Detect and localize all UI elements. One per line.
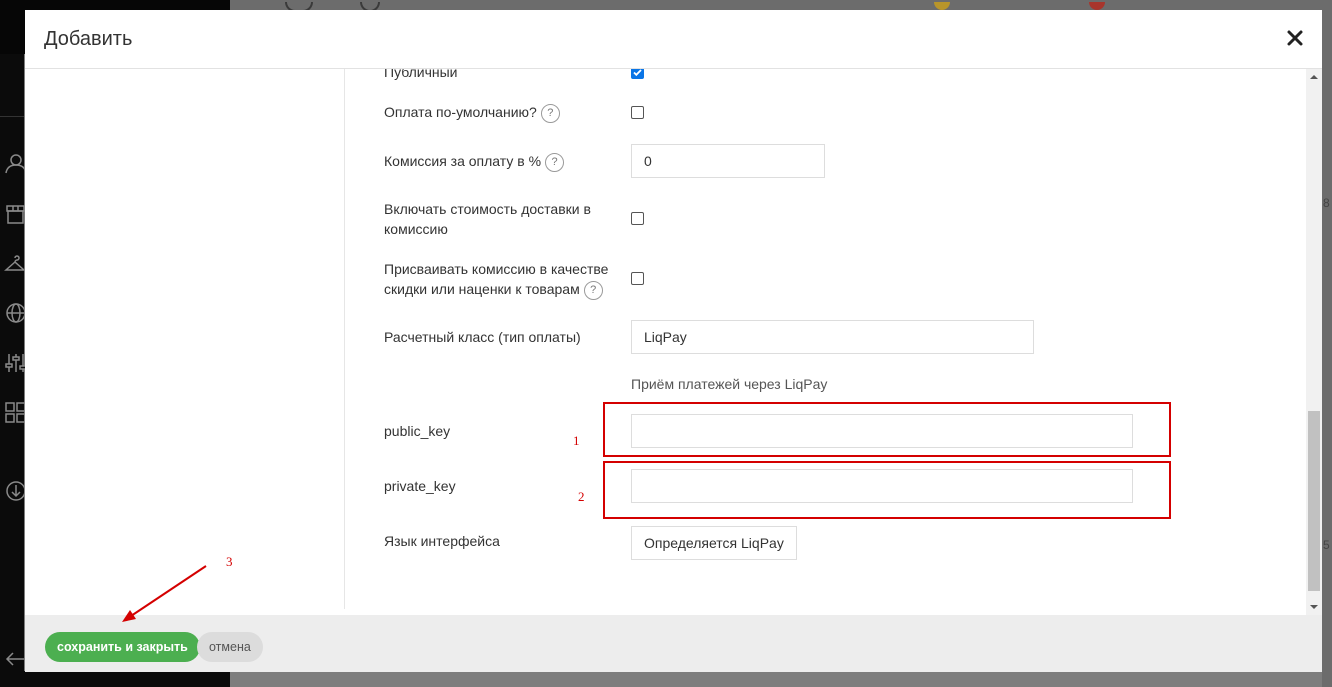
help-icon[interactable]: ? xyxy=(540,103,560,123)
liqpay-hint: Приём платежей через LiqPay xyxy=(631,376,828,392)
close-button[interactable] xyxy=(1283,26,1307,50)
close-icon xyxy=(1287,30,1303,46)
background-footer-dark xyxy=(0,671,230,687)
annotation-number-3: 3 xyxy=(226,554,233,569)
help-icon[interactable]: ? xyxy=(583,280,603,300)
include-delivery-label-line1: Включать стоимость доставки в xyxy=(384,201,591,217)
default-payment-checkbox[interactable] xyxy=(631,106,644,119)
scroll-up-arrow-icon[interactable] xyxy=(1306,69,1322,85)
dialog-header: Добавить xyxy=(25,10,1322,69)
calc-class-label: Расчетный класс (тип оплаты) xyxy=(384,329,581,345)
assign-commission-checkbox[interactable] xyxy=(631,272,644,285)
background-sidebar-divider xyxy=(0,116,24,117)
annotation-box-public-key xyxy=(603,402,1171,457)
annotation-box-private-key xyxy=(603,461,1171,519)
background-right-glyph: 8 xyxy=(1323,196,1330,210)
assign-commission-label-line2: скидки или наценки к товарам? xyxy=(384,279,603,300)
dialog-left-pane xyxy=(25,69,345,609)
public-checkbox[interactable] xyxy=(631,69,644,79)
background-right-glyph: 5 xyxy=(1323,538,1330,552)
public-key-label: public_key xyxy=(384,423,451,439)
users-icon xyxy=(4,152,26,174)
interface-lang-select[interactable]: Определяется LiqPay xyxy=(631,526,797,560)
assign-commission-label-text: скидки или наценки к товарам xyxy=(384,281,580,297)
commission-label-text: Комиссия за оплату в % xyxy=(384,153,542,169)
scroll-thumb[interactable] xyxy=(1308,411,1320,591)
dialog-scrollbar[interactable] xyxy=(1306,69,1322,615)
checkmark-icon xyxy=(633,69,642,77)
private-key-label: private_key xyxy=(384,478,456,494)
dialog-body: Публичный Оплата по-умолчанию?? Комиссия… xyxy=(25,69,1322,615)
back-arrow-icon xyxy=(4,648,26,670)
interface-lang-label: Язык интерфейса xyxy=(384,533,500,549)
assign-commission-label-line1: Присваивать комиссию в качестве xyxy=(384,261,609,277)
commission-input[interactable] xyxy=(631,144,825,178)
default-payment-label: Оплата по-умолчанию?? xyxy=(384,102,560,123)
help-icon[interactable]: ? xyxy=(545,152,565,172)
annotation-arrow-icon xyxy=(122,565,207,622)
store-icon xyxy=(4,203,26,225)
download-icon xyxy=(4,480,26,502)
sliders-icon xyxy=(4,352,26,374)
globe-icon xyxy=(4,302,26,324)
commission-label: Комиссия за оплату в %? xyxy=(384,151,565,172)
annotation-number-2: 2 xyxy=(578,489,585,504)
annotation-number-1: 1 xyxy=(573,433,580,448)
scroll-down-arrow-icon[interactable] xyxy=(1306,599,1322,615)
default-payment-label-text: Оплата по-умолчанию? xyxy=(384,104,537,120)
dialog-title: Добавить xyxy=(44,28,133,50)
public-label: Публичный xyxy=(384,69,458,80)
grid-icon xyxy=(4,401,26,423)
calc-class-input[interactable] xyxy=(631,320,1034,354)
include-delivery-label-line2: комиссию xyxy=(384,221,448,237)
background-notification-badge xyxy=(934,2,950,10)
hanger-icon xyxy=(4,254,26,276)
background-alert-badge xyxy=(1089,2,1105,10)
include-delivery-checkbox[interactable] xyxy=(631,212,644,225)
background-right-strip xyxy=(1322,54,1332,687)
